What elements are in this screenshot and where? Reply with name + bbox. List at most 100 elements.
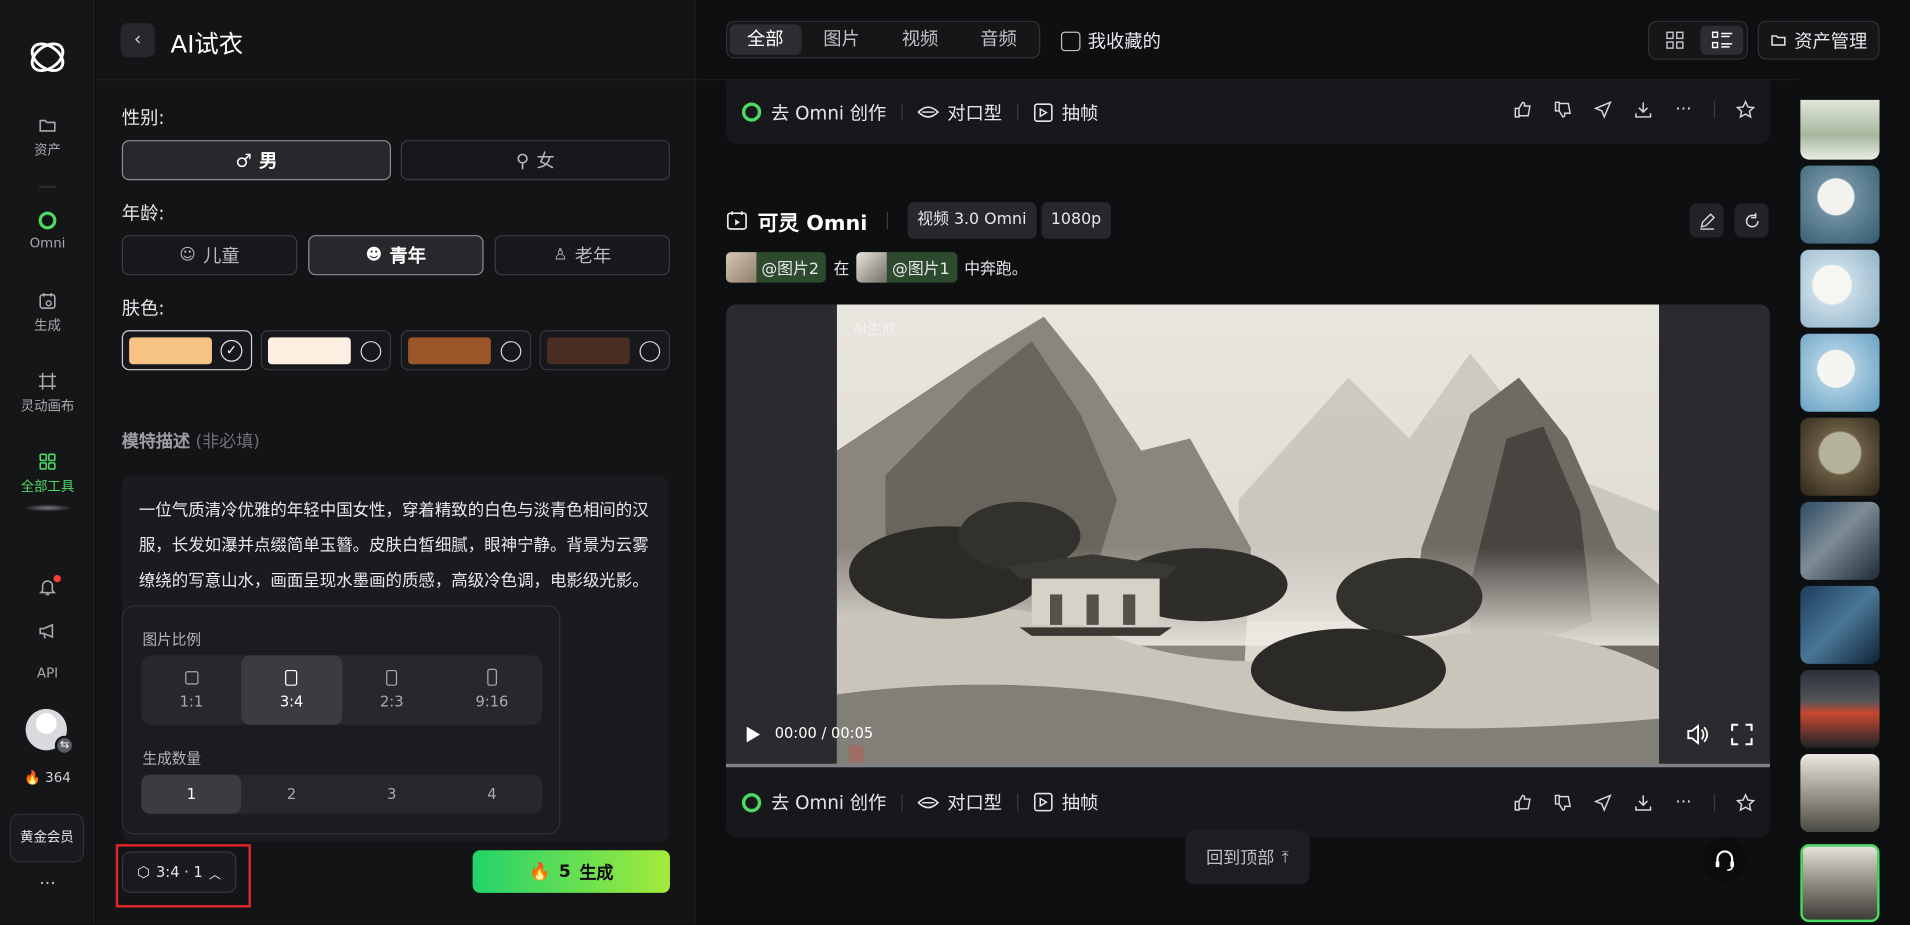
extract-frames-button[interactable]: 抽帧	[1018, 99, 1113, 125]
skin-option-1[interactable]: ✓	[121, 330, 253, 371]
thumbnail-item[interactable]	[1800, 99, 1880, 160]
grid-view-button[interactable]	[1653, 26, 1696, 55]
model-desc-label: 模特描述	[121, 432, 191, 452]
nav-item-canvas[interactable]: 灵动画布	[0, 372, 95, 416]
notification-dot	[53, 574, 61, 583]
prompt-line: @图片2 在 @图片1 中奔跑。	[725, 251, 1028, 283]
nav-item-generate[interactable]: 生成	[0, 291, 95, 335]
thumbs-up-icon[interactable]	[1513, 792, 1532, 811]
main-content: 全部 图片 视频 音频 我收藏的 资产管理 去 Omni 创作 对口型 抽帧 ·…	[696, 0, 1880, 925]
share-icon[interactable]	[1593, 100, 1612, 119]
chevron-left-icon: ‹	[133, 28, 142, 50]
star-icon[interactable]	[1735, 99, 1756, 119]
thumbnail-item[interactable]	[1800, 165, 1880, 244]
go-omni-button[interactable]: 去 Omni 创作	[726, 99, 901, 125]
thumbs-down-icon[interactable]	[1553, 792, 1572, 811]
thumbnail-item[interactable]	[1800, 669, 1880, 748]
notification-bell-icon[interactable]	[38, 574, 61, 596]
omni-ring-icon	[741, 102, 762, 122]
tab-videos[interactable]: 视频	[882, 24, 958, 54]
thumbnail-item[interactable]	[1800, 501, 1880, 580]
nav-item-omni[interactable]: Omni	[0, 211, 95, 251]
image-ref-chip-2[interactable]: @图片2	[725, 251, 827, 282]
ratio-option-1-1[interactable]: 1:1	[141, 655, 241, 724]
ratio-option-3-4[interactable]: 3:4	[241, 655, 342, 725]
tab-audio[interactable]: 音频	[960, 24, 1036, 54]
thumbnail-item[interactable]	[1800, 754, 1880, 832]
skin-option-2[interactable]	[260, 330, 392, 371]
thumbnail-item[interactable]	[1800, 417, 1880, 496]
image-ref-chip-1[interactable]: @图片1	[856, 251, 957, 282]
age-option-youth[interactable]: ☻ 青年	[308, 235, 484, 276]
gender-label: 性别:	[121, 107, 165, 130]
refresh-icon	[1745, 212, 1759, 227]
prev-card-right-actions: ···	[1513, 80, 1756, 138]
thumbnail-item[interactable]	[1800, 333, 1880, 412]
switch-account-icon[interactable]: ⇆	[54, 735, 75, 756]
nav-item-all-tools[interactable]: 全部工具	[0, 452, 95, 496]
volume-button[interactable]	[1685, 722, 1709, 746]
member-badge[interactable]: 黄金会员	[9, 813, 85, 863]
list-view-button[interactable]	[1700, 25, 1744, 55]
count-option-2[interactable]: 2	[241, 775, 341, 814]
elder-person-icon: ♙	[553, 246, 568, 265]
play-button[interactable]	[743, 725, 762, 744]
count-label: 生成数量	[142, 750, 202, 768]
count-option-4[interactable]: 4	[442, 775, 542, 814]
skin-option-3[interactable]	[400, 330, 532, 371]
settings-summary-text: 3:4 · 1	[155, 863, 203, 881]
download-icon[interactable]	[1633, 792, 1652, 811]
video-player[interactable]: AI生成 00:00 / 00:05	[725, 304, 1770, 767]
thumbs-up-icon[interactable]	[1513, 100, 1532, 119]
generate-button[interactable]: 🔥 5 生成	[472, 850, 670, 893]
card-right-actions: ···	[1513, 767, 1756, 836]
age-option-elder[interactable]: ♙ 老年	[494, 235, 670, 276]
nav-label: Omni	[29, 235, 66, 251]
tab-images[interactable]: 图片	[803, 24, 879, 54]
thumbnail-item-selected[interactable]	[1800, 844, 1880, 923]
count-selector: 1 2 3 4	[141, 774, 543, 814]
nav-item-assets[interactable]: 资产	[0, 116, 95, 160]
nav-api-link[interactable]: API	[0, 665, 95, 681]
gender-option-female[interactable]: ⚲ 女	[400, 140, 670, 181]
gender-option-male[interactable]: ♂ 男	[121, 140, 392, 181]
fullscreen-button[interactable]	[1731, 723, 1753, 746]
regenerate-button[interactable]	[1734, 203, 1769, 238]
age-label: 年龄:	[121, 202, 165, 225]
star-icon[interactable]	[1735, 792, 1756, 811]
tab-all[interactable]: 全部	[729, 24, 801, 55]
asset-management-button[interactable]: 资产管理	[1757, 20, 1880, 60]
count-option-1[interactable]: 1	[141, 774, 242, 814]
avatar[interactable]: ⇆	[25, 708, 75, 756]
more-options-icon[interactable]: ···	[1674, 792, 1693, 811]
lipsync-button[interactable]: 对口型	[902, 789, 1017, 815]
lipsync-button[interactable]: 对口型	[902, 99, 1017, 125]
ratio-option-2-3[interactable]: 2:3	[342, 655, 442, 724]
thumbnail-item[interactable]	[1800, 585, 1880, 664]
support-button[interactable]	[1702, 838, 1747, 882]
megaphone-icon[interactable]	[38, 621, 57, 640]
skin-swatch	[129, 337, 212, 365]
go-omni-button[interactable]: 去 Omni 创作	[726, 789, 901, 815]
more-menu-button[interactable]: ···	[0, 875, 95, 894]
download-icon[interactable]	[1633, 100, 1652, 119]
share-icon[interactable]	[1593, 792, 1612, 812]
favorites-filter[interactable]: 我收藏的	[1060, 28, 1161, 54]
back-button[interactable]: ‹	[120, 23, 155, 58]
extract-frames-button[interactable]: 抽帧	[1018, 789, 1113, 815]
favorites-checkbox[interactable]	[1060, 31, 1081, 51]
square-ratio-icon	[184, 671, 199, 685]
thumbnail-item[interactable]	[1800, 249, 1880, 328]
thumbs-down-icon[interactable]	[1553, 100, 1572, 119]
ratio-option-9-16[interactable]: 9:16	[442, 655, 542, 724]
tall-ratio-icon	[487, 668, 497, 686]
age-option-child[interactable]: ☺ 儿童	[121, 235, 298, 276]
back-to-top-button[interactable]: 回到顶部 ⤒	[1185, 830, 1310, 885]
app-logo-icon[interactable]	[24, 34, 70, 80]
count-option-3[interactable]: 3	[342, 775, 442, 814]
more-options-icon[interactable]: ···	[1674, 100, 1693, 119]
view-toggle	[1648, 20, 1748, 60]
skin-option-4[interactable]	[539, 330, 670, 371]
settings-summary-button[interactable]: ⬡ 3:4 · 1 ︿	[121, 851, 237, 893]
edit-button[interactable]	[1689, 203, 1724, 238]
